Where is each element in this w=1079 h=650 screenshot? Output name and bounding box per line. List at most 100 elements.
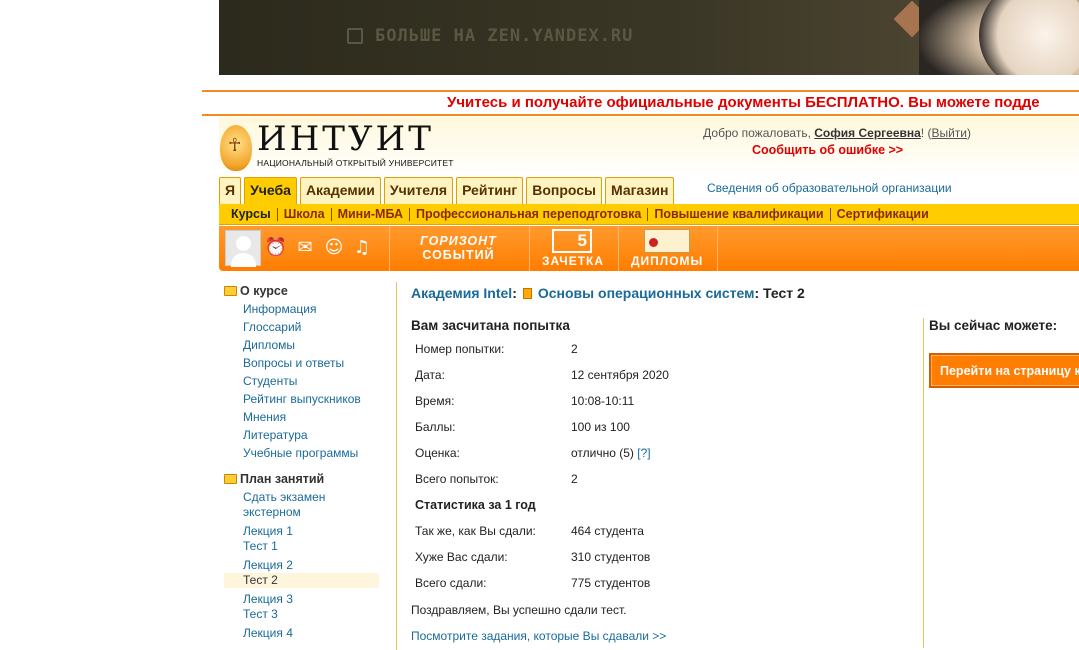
toolbar-divider (717, 226, 718, 271)
bell-icon[interactable]: ♫ (350, 234, 374, 260)
sidebar-item-exam-cont[interactable]: экстерном (224, 505, 379, 520)
table-row: Дата: 12 сентября 2020 (411, 362, 673, 388)
result-table: Номер попытки: 2 Дата: 12 сентября 2020 … (411, 336, 673, 596)
sidebar-divider (396, 282, 397, 650)
tab-teachers[interactable]: Учителя (383, 177, 454, 204)
report-error-link[interactable]: Сообщить об ошибке >> (752, 143, 903, 157)
sidebar-item-literature[interactable]: Литература (224, 426, 379, 444)
sidebar-item-lecture[interactable]: Лекция 4 (224, 626, 379, 641)
row-value: 10:08-10:11 (571, 394, 635, 408)
sidebar-item-info[interactable]: Информация (224, 300, 379, 318)
sidebar-item-glossary[interactable]: Глоссарий (224, 318, 379, 336)
tab-questions[interactable]: Вопросы (526, 177, 602, 204)
about-course-heading[interactable]: О курсе (224, 282, 379, 300)
sidebar-item-programs[interactable]: Учебные программы (224, 444, 379, 462)
record-book-label: ЗАЧЕТКА (542, 254, 605, 268)
avatar[interactable] (225, 230, 261, 267)
course-icon (522, 288, 532, 299)
subnav-qualification[interactable]: Повышение квалификации (648, 207, 831, 221)
grade-help-link[interactable]: [?] (637, 446, 650, 460)
events-horizon-button[interactable]: ГОРИЗОНТ СОБЫТИЙ (401, 229, 516, 269)
ticker-border-bottom (202, 114, 1079, 116)
sidebar-item-test[interactable]: Тест 1 (224, 539, 379, 554)
sidebar-item-students[interactable]: Студенты (224, 372, 379, 390)
user-toolbar: ⏰ ✉ ☺ ♫ ГОРИЗОНТ СОБЫТИЙ 5 ЗАЧЕТКА ДИПЛО… (219, 226, 1079, 271)
sidebar-item-lecture[interactable]: Лекция 1 (224, 524, 379, 539)
alarm-clock-icon[interactable]: ⏰ (264, 234, 288, 260)
right-panel-divider (923, 318, 924, 648)
result-title: Вам засчитана попытка (411, 318, 570, 333)
lecture-group: Лекция 1 Тест 1 (224, 524, 379, 554)
subnav-retraining[interactable]: Профессиональная переподготовка (410, 207, 649, 221)
table-row: Так же, как Вы сдали: 464 студента (411, 518, 673, 544)
record-book-icon: 5 (552, 229, 592, 253)
toolbar-divider (389, 226, 390, 271)
tab-me[interactable]: Я (219, 177, 242, 204)
sidebar-item-opinions[interactable]: Мнения (224, 408, 379, 426)
sidebar-item-lecture[interactable]: Лекция 2 (224, 558, 379, 573)
table-row: Статистика за 1 год (411, 492, 673, 518)
lecture-group: Лекция 3 Тест 3 (224, 592, 379, 622)
people-icon[interactable]: ☺ (322, 234, 346, 260)
welcome-prefix: Добро пожаловать, (703, 126, 815, 140)
sidebar-item-test[interactable]: Тест 3 (224, 607, 379, 622)
go-to-page-button[interactable]: Перейти на страницу к (929, 353, 1079, 388)
logo-name[interactable]: ИНТУИТ (257, 121, 434, 157)
exam-group: Сдать экзамен экстерном (224, 490, 379, 520)
row-key: Хуже Вас сдали: (415, 550, 508, 564)
ad-banner[interactable]: БОЛЬШЕ НА ZEN.YANDEX.RU (219, 0, 1079, 75)
sidebar-item-diplomas[interactable]: Дипломы (224, 336, 379, 354)
row-value: 12 сентября 2020 (571, 368, 669, 382)
subnav-certification[interactable]: Сертификации (831, 207, 935, 221)
envelope-icon[interactable]: ✉ (293, 234, 317, 260)
subnav-mini-mba[interactable]: Мини-МБА (332, 207, 411, 221)
row-key: Так же, как Вы сдали: (415, 524, 536, 538)
plan-heading[interactable]: План занятий (224, 470, 379, 488)
record-book-button[interactable]: 5 ЗАЧЕТКА (542, 229, 605, 269)
table-row: Время: 10:08-10:11 (411, 388, 673, 414)
ticker-text: Учитесь и получайте официальные документ… (447, 94, 1040, 111)
logo-subtitle: НАЦИОНАЛЬНЫЙ ОТКРЫТЫЙ УНИВЕРСИТЕТ (257, 158, 454, 168)
subnav-school[interactable]: Школа (278, 207, 332, 221)
ad-image-face (979, 0, 1079, 75)
crumb-academy-link[interactable]: Академия Intel (411, 285, 512, 301)
row-key: Баллы: (415, 420, 456, 434)
horizont-label-1: ГОРИЗОНТ (420, 234, 497, 248)
row-key: Всего попыток: (415, 472, 499, 486)
tab-rating[interactable]: Рейтинг (456, 177, 524, 204)
row-key: Дата: (415, 368, 445, 382)
sidebar-item-exam[interactable]: Сдать экзамен (224, 490, 379, 505)
user-name-link[interactable]: София Сергеевна (814, 126, 921, 140)
see-tasks-link[interactable]: Посмотрите задания, которые Вы сдавали >… (411, 629, 666, 643)
sidebar-item-graduate-rating[interactable]: Рейтинг выпускников (224, 390, 379, 408)
site-header: ☥ ИНТУИТ НАЦИОНАЛЬНЫЙ ОТКРЫТЫЙ УНИВЕРСИТ… (219, 117, 1079, 177)
table-row: Всего попыток: 2 (411, 466, 673, 492)
row-key: Номер попытки: (415, 342, 505, 356)
sidebar-item-lecture[interactable]: Лекция 3 (224, 592, 379, 607)
subnav-courses[interactable]: Курсы (225, 207, 278, 221)
table-row: Баллы: 100 из 100 (411, 414, 673, 440)
horizont-label-2: СОБЫТИЙ (422, 248, 495, 262)
welcome-text: Добро пожаловать, София Сергеевна! (Выйт… (703, 126, 971, 140)
toolbar-divider (529, 226, 530, 271)
about-course-title: О курсе (240, 284, 288, 298)
folder-icon (224, 474, 237, 484)
logo-icon[interactable]: ☥ (220, 125, 252, 171)
grade-value: отлично (5) (571, 446, 634, 460)
sidebar-item-test-current[interactable]: Тест 2 (224, 573, 379, 588)
row-key: Оценка: (415, 446, 460, 460)
tab-study[interactable]: Учеба (244, 177, 297, 204)
row-value: 310 студентов (571, 550, 651, 564)
tab-shop[interactable]: Магазин (604, 177, 675, 204)
congrats-text: Поздравляем, Вы успешно сдали тест. (411, 603, 627, 617)
diplomas-button[interactable]: ДИПЛОМЫ (631, 229, 703, 269)
org-info-link[interactable]: Сведения об образовательной организации (707, 181, 952, 195)
tab-academies[interactable]: Академии (299, 177, 381, 204)
logout-link[interactable]: Выйти (931, 126, 967, 140)
crumb-course-link[interactable]: Основы операционных систем (538, 285, 755, 301)
sidebar-item-faq[interactable]: Вопросы и ответы (224, 354, 379, 372)
crumb-test: : Тест 2 (754, 285, 805, 301)
row-key: Время: (415, 394, 455, 408)
diplomas-label: ДИПЛОМЫ (631, 254, 704, 268)
toolbar-divider (618, 226, 619, 271)
